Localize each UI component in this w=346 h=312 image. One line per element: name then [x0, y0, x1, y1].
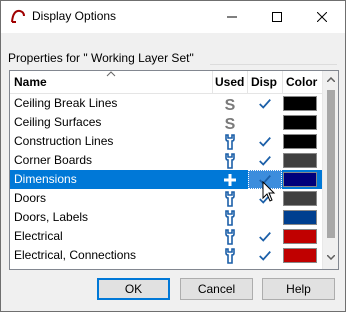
list-header: Name Used Disp Color — [10, 71, 322, 94]
used-cell[interactable] — [213, 208, 247, 227]
scroll-up-icon[interactable] — [327, 77, 335, 82]
disp-checkbox[interactable] — [248, 151, 282, 170]
wrench-icon — [225, 228, 235, 245]
layer-name: Dimensions — [14, 172, 77, 186]
used-cell[interactable] — [213, 227, 247, 246]
check-icon — [259, 98, 271, 109]
plus-icon — [224, 173, 236, 186]
column-divider[interactable] — [247, 71, 248, 93]
disp-checkbox[interactable] — [248, 94, 282, 113]
sort-ascending-icon — [106, 71, 116, 77]
close-icon — [317, 12, 327, 22]
check-icon — [259, 155, 271, 166]
title-bar: Display Options — [1, 1, 345, 33]
column-divider[interactable] — [212, 71, 213, 93]
close-button[interactable] — [299, 1, 345, 33]
ok-button[interactable]: OK — [97, 278, 170, 300]
s-icon: S — [225, 116, 236, 131]
used-cell[interactable] — [213, 170, 247, 189]
cancel-button[interactable]: Cancel — [180, 278, 253, 300]
mouse-cursor-icon — [262, 181, 276, 202]
layer-name: Ceiling Surfaces — [14, 115, 102, 129]
layer-name: Doors — [14, 191, 47, 205]
help-button[interactable]: Help — [262, 278, 335, 300]
color-swatch[interactable] — [283, 229, 317, 244]
layer-name: Corner Boards — [14, 153, 93, 167]
scrollbar-thumb[interactable] — [327, 90, 335, 238]
column-divider[interactable] — [282, 71, 283, 93]
color-swatch[interactable] — [283, 134, 317, 149]
list-row[interactable]: Ceiling Break Lines S — [10, 94, 322, 113]
color-swatch[interactable] — [283, 153, 317, 168]
svg-text:S: S — [225, 97, 236, 112]
list-row[interactable]: Electrical, Connections — [10, 246, 322, 265]
layer-list[interactable]: Name Used Disp Color Ceiling Break Lines… — [9, 70, 339, 270]
scroll-down-icon[interactable] — [327, 255, 335, 260]
disp-checkbox[interactable] — [248, 246, 282, 265]
column-header-disp[interactable]: Disp — [251, 71, 277, 93]
wrench-icon — [225, 133, 235, 150]
column-header-name[interactable]: Name — [14, 71, 47, 93]
list-row[interactable]: Construction Lines — [10, 132, 322, 151]
disp-checkbox[interactable] — [248, 208, 282, 227]
color-swatch[interactable] — [283, 191, 317, 206]
column-header-color[interactable]: Color — [286, 71, 317, 93]
layer-name: Electrical, Connections — [14, 248, 137, 262]
vertical-scrollbar[interactable] — [322, 71, 338, 269]
s-icon: S — [225, 97, 236, 112]
wrench-icon — [225, 152, 235, 169]
list-row[interactable]: Electrical — [10, 227, 322, 246]
layer-name: Construction Lines — [14, 134, 114, 148]
minimize-button[interactable] — [209, 1, 255, 33]
list-row[interactable]: Ceiling Surfaces S — [10, 113, 322, 132]
color-swatch[interactable] — [283, 96, 317, 111]
wrench-icon — [225, 209, 235, 226]
color-swatch[interactable] — [283, 210, 317, 225]
color-swatch[interactable] — [283, 248, 317, 263]
wrench-icon — [225, 190, 235, 207]
check-icon — [259, 250, 271, 261]
used-cell[interactable] — [213, 189, 247, 208]
used-cell[interactable] — [213, 132, 247, 151]
color-swatch[interactable] — [283, 172, 317, 187]
list-row[interactable]: Doors, Labels — [10, 208, 322, 227]
disp-checkbox[interactable] — [248, 227, 282, 246]
disp-checkbox[interactable] — [248, 113, 282, 132]
disp-checkbox[interactable] — [248, 132, 282, 151]
layer-name: Doors, Labels — [14, 210, 89, 224]
layer-name: Ceiling Break Lines — [14, 96, 118, 110]
maximize-button[interactable] — [254, 1, 300, 33]
color-swatch[interactable] — [283, 115, 317, 130]
minimize-icon — [227, 16, 237, 18]
wrench-icon — [225, 247, 235, 264]
column-header-used[interactable]: Used — [215, 71, 244, 93]
maximize-icon — [272, 12, 282, 22]
svg-text:S: S — [225, 116, 236, 131]
check-icon — [259, 136, 271, 147]
used-cell[interactable]: S — [213, 113, 247, 132]
layer-name: Electrical — [14, 229, 63, 243]
list-row[interactable]: Corner Boards — [10, 151, 322, 170]
app-icon — [11, 9, 25, 23]
used-cell[interactable] — [213, 151, 247, 170]
window-title: Display Options — [32, 9, 117, 23]
used-cell[interactable] — [213, 246, 247, 265]
check-icon — [259, 231, 271, 242]
used-cell[interactable]: S — [213, 94, 247, 113]
group-divider — [210, 64, 337, 65]
group-label: Properties for " Working Layer Set" — [8, 51, 198, 65]
